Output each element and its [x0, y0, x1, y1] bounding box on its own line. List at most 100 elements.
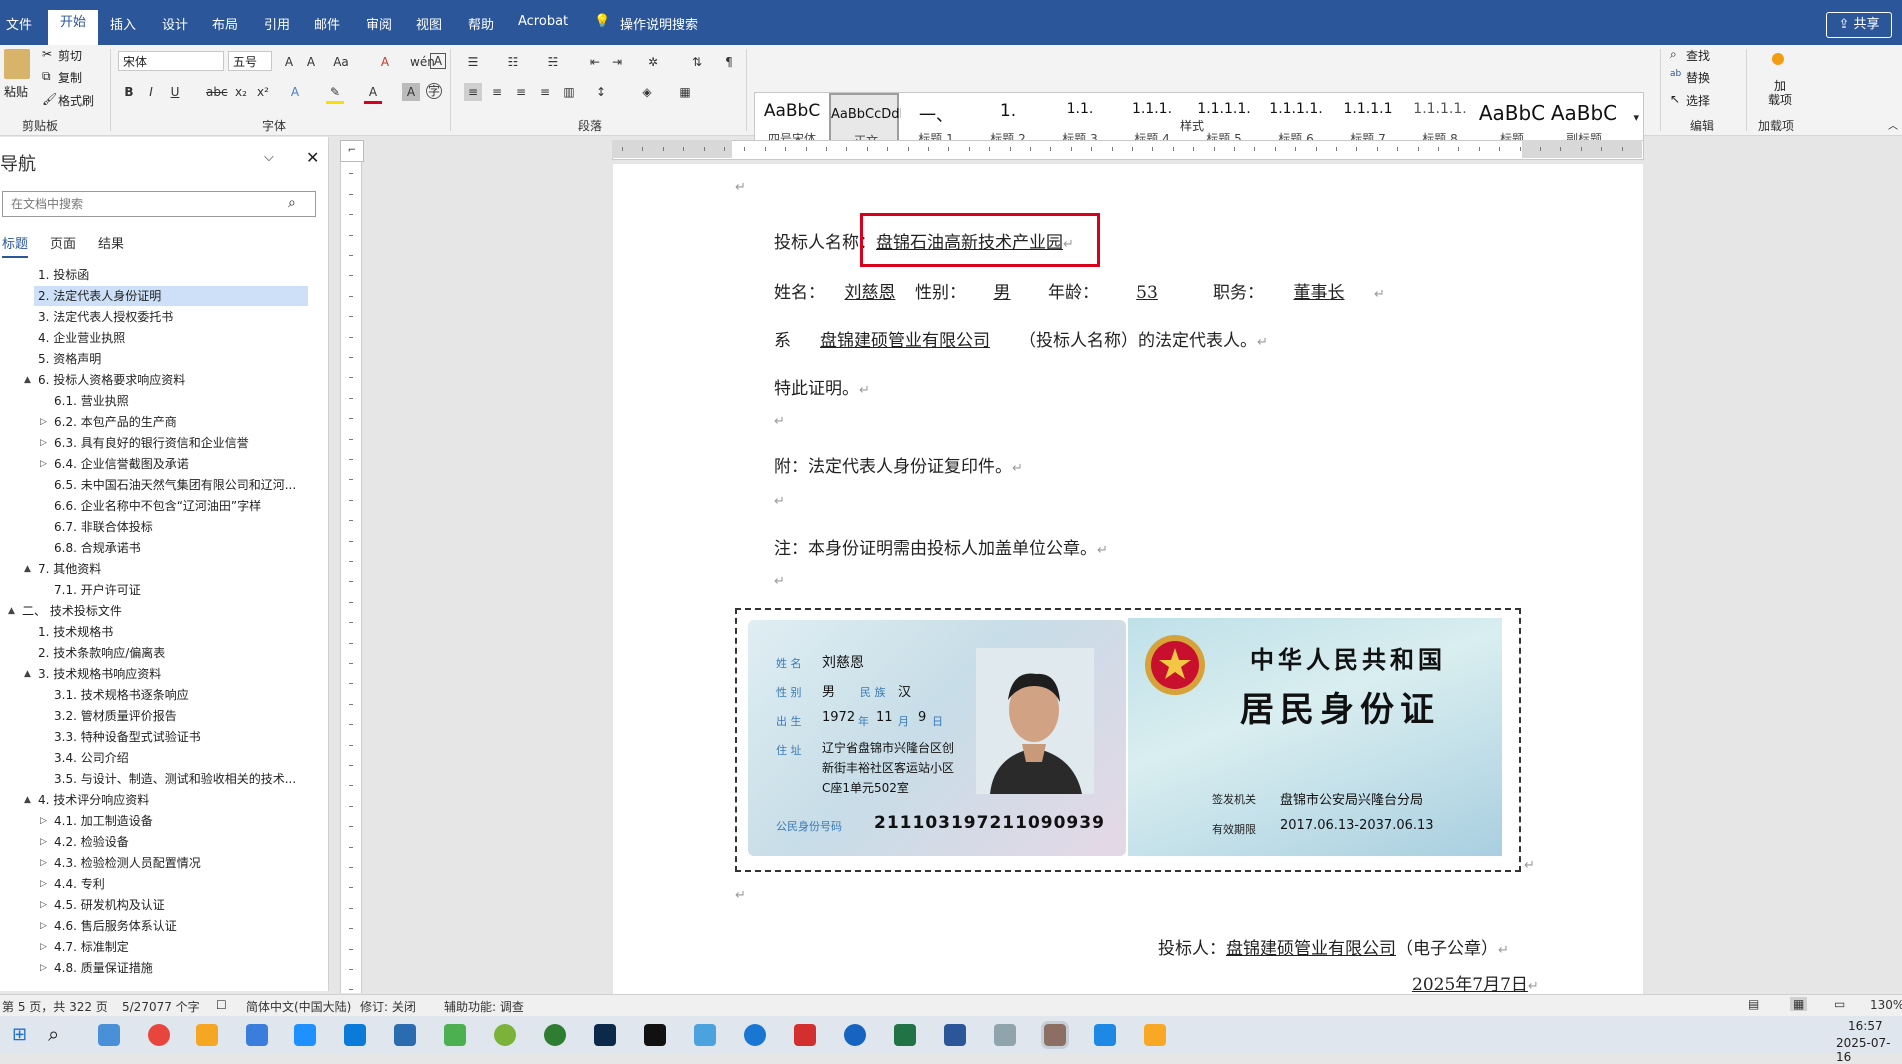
addin-icon[interactable] — [1772, 53, 1784, 65]
chinese-layout-icon[interactable]: ✲ — [644, 53, 662, 71]
nav-heading-item[interactable]: 3.3. 特种设备型式试验证书 — [0, 727, 320, 747]
age-value[interactable]: 53 — [1099, 283, 1195, 303]
collapse-caret-icon[interactable]: ▲ — [8, 601, 15, 621]
copy-button[interactable]: 复制 — [58, 69, 82, 86]
text-effects-icon[interactable]: A — [286, 83, 304, 101]
expand-caret-icon[interactable]: ▷ — [40, 433, 47, 453]
qq-icon[interactable] — [644, 1024, 666, 1046]
nav-heading-item[interactable]: ▷ 4.3. 检验检测人员配置情况 — [0, 853, 320, 873]
collapse-caret-icon[interactable]: ▲ — [24, 790, 31, 810]
nav-heading-item[interactable]: 6.1. 营业执照 — [0, 391, 320, 411]
cursor-icon[interactable]: ↖ — [1670, 92, 1680, 106]
gender-value[interactable]: 男 — [966, 278, 1038, 303]
char-border-icon[interactable]: A — [430, 53, 446, 69]
menu-mailings[interactable]: 邮件 — [314, 14, 340, 33]
addins-button[interactable]: 加 载项 — [1768, 79, 1792, 107]
expand-caret-icon[interactable]: ▷ — [40, 412, 47, 432]
calculator-icon[interactable] — [98, 1024, 120, 1046]
show-marks-icon[interactable]: ¶ — [720, 53, 738, 71]
nav-heading-item[interactable]: ▷ 4.6. 售后服务体系认证 — [0, 916, 320, 936]
char-shading-icon[interactable]: A — [402, 83, 420, 101]
increase-indent-icon[interactable]: ⇥ — [608, 53, 626, 71]
font-color-icon[interactable]: A — [364, 83, 382, 104]
paste-button[interactable]: 粘贴 — [4, 83, 28, 100]
select-button[interactable]: 选择 — [1686, 92, 1710, 109]
menu-acrobat[interactable]: Acrobat — [518, 14, 568, 29]
expand-caret-icon[interactable]: ▷ — [40, 958, 47, 978]
menu-home[interactable]: 开始 — [48, 10, 99, 45]
nav-heading-item[interactable]: ▲ 4. 技术评分响应资料 — [0, 790, 320, 810]
distributed-icon[interactable]: ▥ — [560, 83, 578, 101]
search-icon[interactable]: ⌕ — [48, 1022, 59, 1046]
app-icon[interactable] — [444, 1024, 466, 1046]
sign-date[interactable]: 2025年7月7日 — [1412, 975, 1528, 995]
superscript-icon[interactable]: x² — [254, 83, 272, 101]
vertical-ruler[interactable] — [340, 143, 362, 993]
tab-results[interactable]: 结果 — [98, 233, 124, 252]
menu-design[interactable]: 设计 — [162, 14, 188, 33]
borders-icon[interactable]: ▦ — [676, 83, 694, 101]
nav-heading-item[interactable]: ▷ 6.2. 本包产品的生产商 — [0, 412, 320, 432]
app-icon[interactable] — [394, 1024, 416, 1046]
bold-icon[interactable]: B — [120, 83, 138, 101]
nav-heading-item[interactable]: 3. 法定代表人授权委托书 — [0, 307, 320, 327]
language[interactable]: 简体中文(中国大陆) — [246, 998, 351, 1015]
font-family-select[interactable]: 宋体 — [118, 51, 224, 71]
web-layout-icon[interactable]: ▭ — [1834, 997, 1845, 1011]
shading-icon[interactable]: ◈ — [638, 83, 656, 101]
italic-icon[interactable]: I — [142, 83, 160, 101]
nav-heading-item[interactable]: 4. 企业营业执照 — [0, 328, 320, 348]
multilevel-list-icon[interactable]: ☵ — [544, 53, 562, 71]
nav-heading-item[interactable]: 6.5. 未中国石油天然气集团有限公司和辽河... — [0, 475, 320, 495]
nav-heading-item[interactable]: 3.1. 技术规格书逐条响应 — [0, 685, 320, 705]
wechat-icon[interactable] — [494, 1024, 516, 1046]
app-icon[interactable] — [246, 1024, 268, 1046]
acrobat-icon[interactable] — [794, 1024, 816, 1046]
justify-icon[interactable]: ≡ — [536, 83, 554, 101]
name-value[interactable]: 刘慈恩 — [825, 278, 915, 303]
expand-caret-icon[interactable]: ▷ — [40, 937, 47, 957]
nav-heading-item[interactable]: ▲ 6. 投标人资格要求响应资料 — [0, 370, 320, 390]
photoshop-icon[interactable] — [594, 1024, 616, 1046]
app-icon[interactable] — [344, 1024, 366, 1046]
line-spacing-icon[interactable]: ↕ — [592, 83, 610, 101]
paste-icon[interactable] — [4, 49, 30, 79]
read-mode-icon[interactable]: ▤ — [1748, 997, 1759, 1011]
tab-headings[interactable]: 标题 — [2, 233, 29, 258]
brush-icon[interactable]: 🖌 — [42, 92, 57, 106]
nav-heading-item[interactable]: 1. 技术规格书 — [0, 622, 320, 642]
menu-insert[interactable]: 插入 — [110, 14, 136, 33]
app-icon[interactable] — [294, 1024, 316, 1046]
menu-view[interactable]: 视图 — [416, 14, 442, 33]
nav-heading-item[interactable]: 3.5. 与设计、制造、测试和验收相关的技术... — [0, 769, 320, 789]
numbering-icon[interactable]: ☷ — [504, 53, 522, 71]
word-count[interactable]: 5/27077 个字 — [122, 998, 200, 1015]
sort-icon[interactable]: ⇅ — [688, 53, 706, 71]
close-icon[interactable]: ✕ — [306, 148, 319, 167]
menu-help[interactable]: 帮助 — [468, 14, 494, 33]
excel-icon[interactable] — [894, 1024, 916, 1046]
search-icon[interactable]: ⌕ — [288, 195, 296, 211]
change-case-icon[interactable]: Aa — [332, 53, 350, 71]
app-icon[interactable] — [196, 1024, 218, 1046]
title-value[interactable]: 董事长 — [1264, 278, 1374, 303]
collapse-caret-icon[interactable]: ▲ — [24, 370, 31, 390]
page-count[interactable]: 第 5 页，共 322 页 — [2, 998, 108, 1015]
nav-heading-item[interactable]: 6.7. 非联合体投标 — [0, 517, 320, 537]
menu-review[interactable]: 审阅 — [366, 14, 392, 33]
app-icon[interactable] — [844, 1024, 866, 1046]
track-changes[interactable]: 修订: 关闭 — [360, 998, 416, 1015]
tell-me-search[interactable]: 操作说明搜索 — [620, 14, 698, 33]
find-button[interactable]: 查找 — [1686, 47, 1710, 64]
id-card-front[interactable]: 姓 名 刘慈恩 性 别 男 民 族 汉 出 生 1972 年 11 月 9 日 … — [748, 620, 1126, 856]
tab-selector[interactable]: ⌐ — [340, 140, 364, 162]
collapse-caret-icon[interactable]: ▲ — [24, 559, 31, 579]
nav-heading-item[interactable]: 3.4. 公司介绍 — [0, 748, 320, 768]
search-icon[interactable]: ⌕ — [1670, 47, 1677, 62]
menu-references[interactable]: 引用 — [264, 14, 290, 33]
clock-date[interactable]: 2025-07-16 — [1836, 1036, 1902, 1064]
app-icon[interactable] — [744, 1024, 766, 1046]
enclose-char-icon[interactable]: 字 — [426, 83, 442, 99]
proofing-icon[interactable]: ☐ — [216, 998, 227, 1012]
chrome-icon[interactable] — [148, 1024, 170, 1046]
